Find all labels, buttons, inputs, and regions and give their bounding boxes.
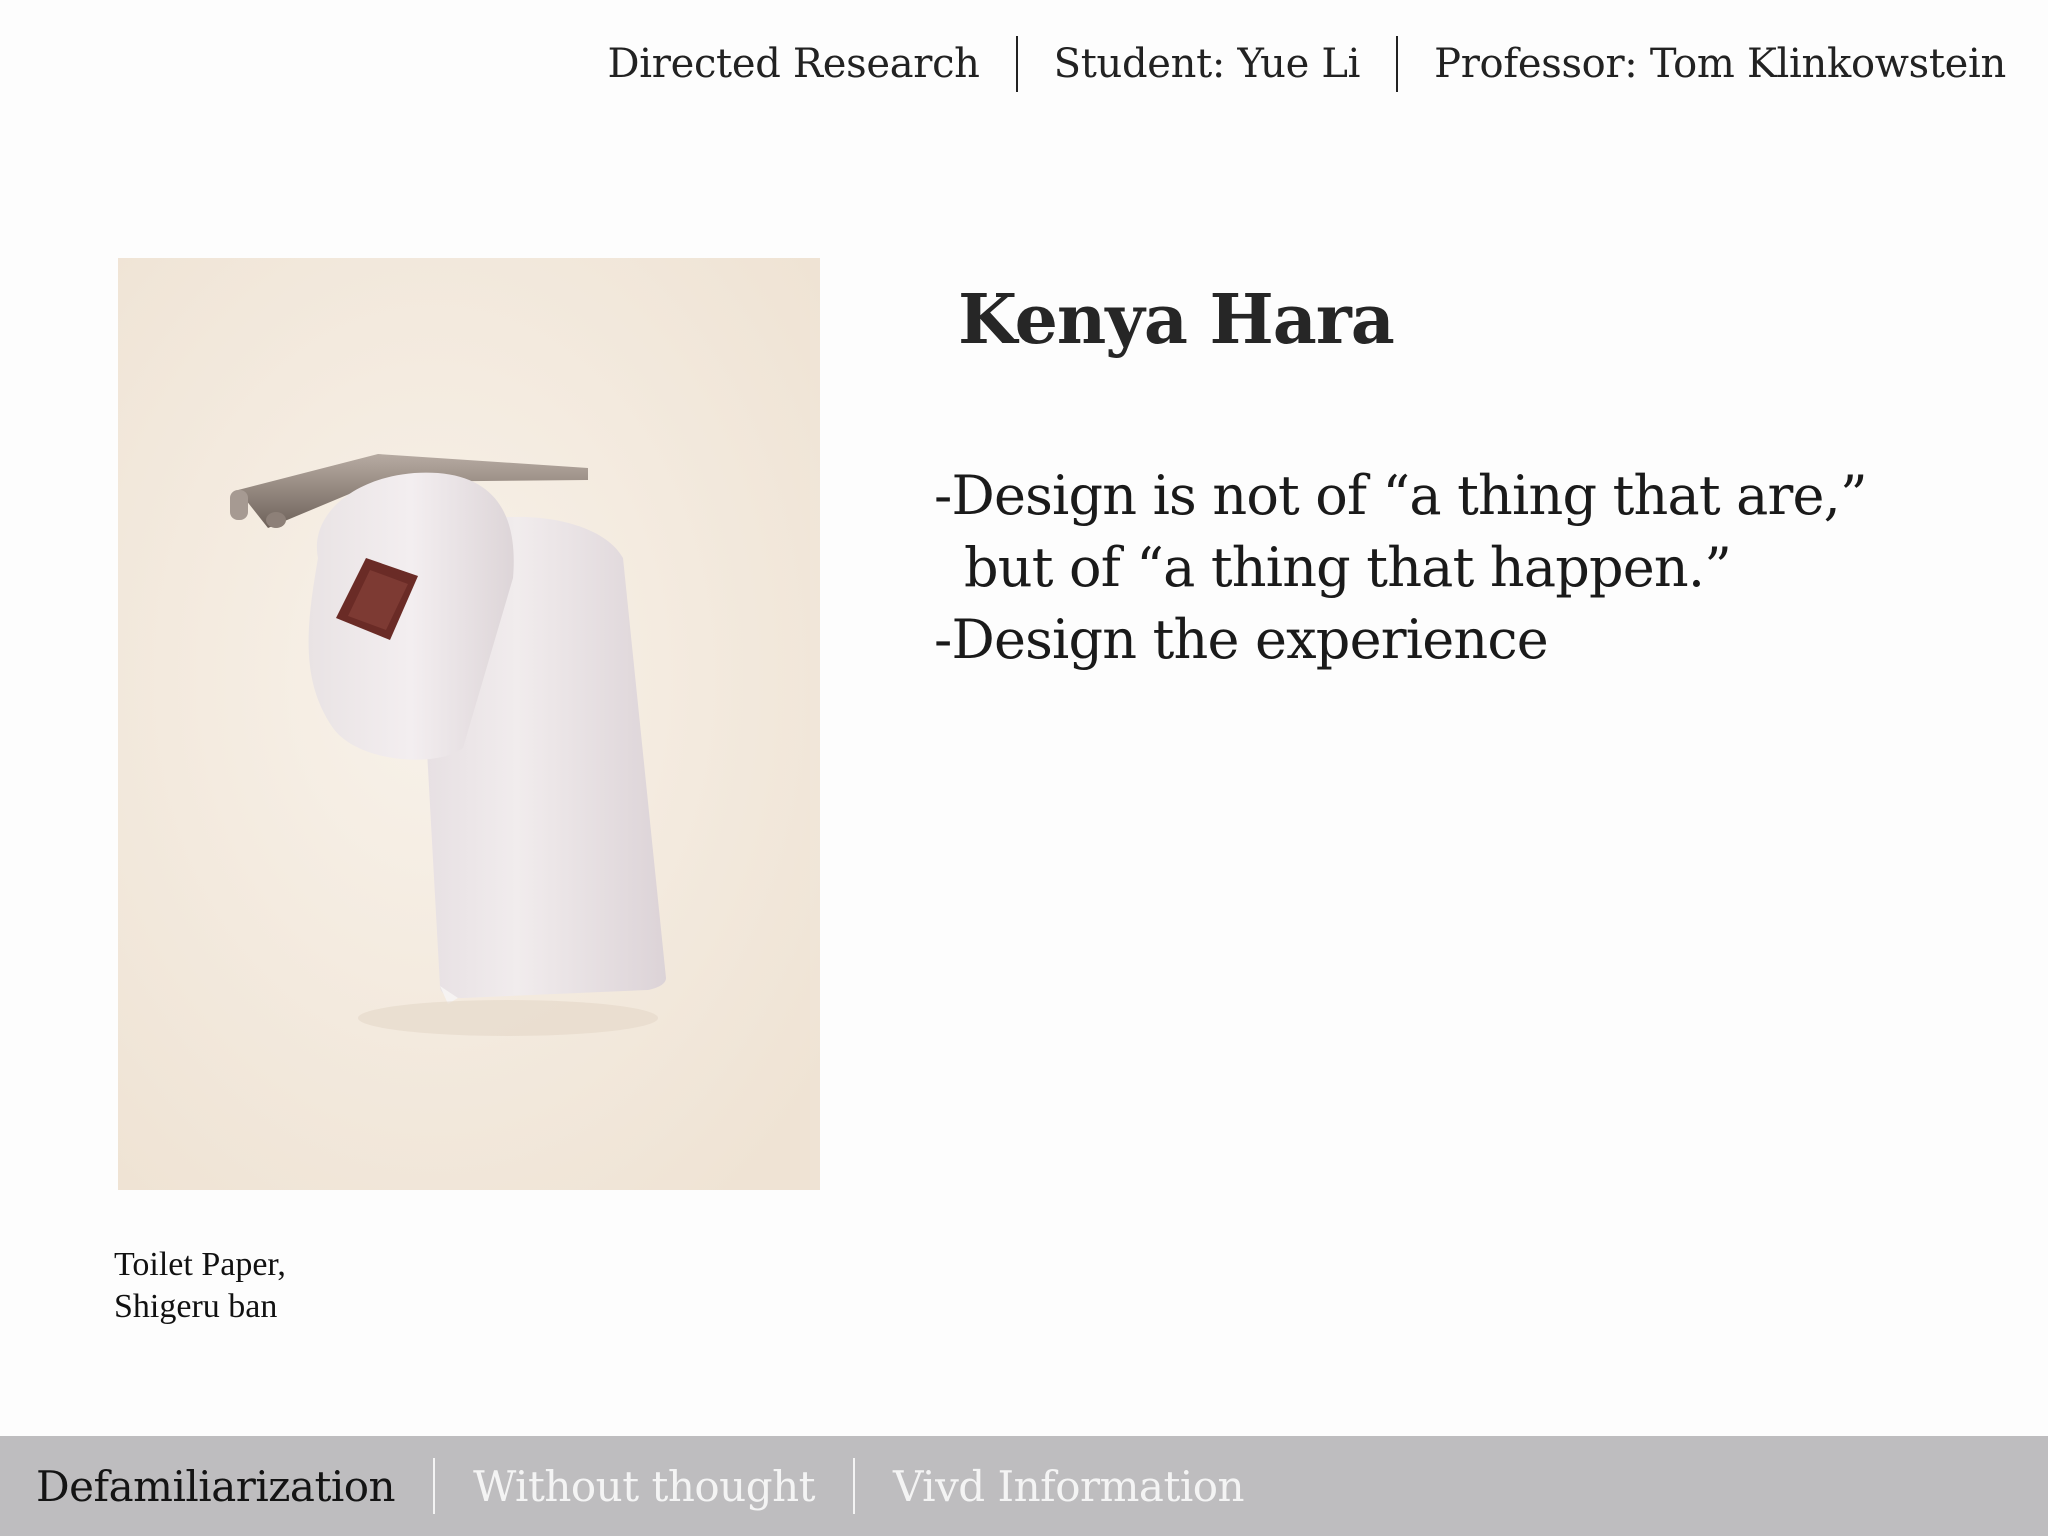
professor-label: Professor: Tom Klinkowstein xyxy=(1434,41,2006,87)
course-label: Directed Research xyxy=(607,41,980,87)
header-divider xyxy=(1015,36,1018,92)
slide: Directed Research Student: Yue Li Profes… xyxy=(0,0,2048,1536)
tab-defamiliarization[interactable]: Defamiliarization xyxy=(36,1462,396,1511)
slide-title: Kenya Hara xyxy=(958,280,1395,360)
nav-divider xyxy=(433,1458,436,1514)
caption-line-1: Toilet Paper, xyxy=(114,1246,286,1283)
tab-vivd-information[interactable]: Vivd Information xyxy=(893,1462,1245,1511)
caption-line-2: Shigeru ban xyxy=(114,1288,278,1325)
bullet-point: -Design the experience xyxy=(934,608,1549,671)
nav-divider xyxy=(853,1458,856,1514)
bottom-navigation: Defamiliarization Without thought Vivd I… xyxy=(0,1436,2048,1536)
tab-without-thought[interactable]: Without thought xyxy=(473,1462,815,1511)
header-divider xyxy=(1396,36,1399,92)
bullet-point: -Design is not of “a thing that are,” xyxy=(934,464,1868,527)
header: Directed Research Student: Yue Li Profes… xyxy=(607,36,2006,92)
bullet-point-continuation: but of “a thing that happen.” xyxy=(964,536,1732,599)
student-label: Student: Yue Li xyxy=(1053,41,1361,87)
toilet-paper-image xyxy=(118,258,820,1190)
image-caption: Toilet Paper, Shigeru ban xyxy=(114,1244,286,1328)
slide-body: -Design is not of “a thing that are,” bu… xyxy=(934,460,1868,676)
